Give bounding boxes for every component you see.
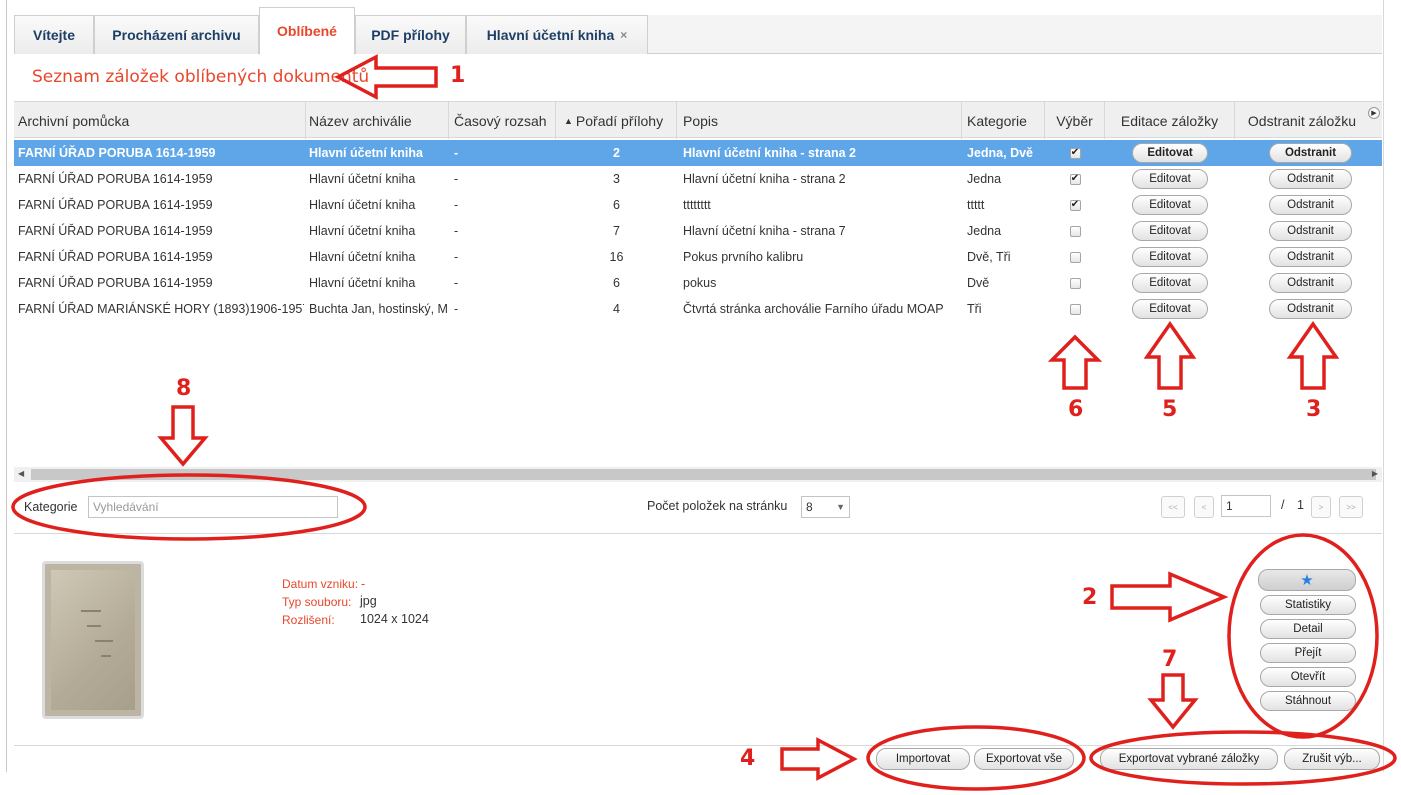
annotation-ellipse-side-actions-icon [1227, 533, 1379, 739]
annotation-number-6: 6 [1068, 397, 1084, 422]
annotation-arrow-8-icon [157, 405, 209, 467]
annotation-number-4: 4 [740, 746, 756, 771]
annotation-arrow-2-icon [1110, 571, 1229, 623]
annotation-overlay [11, 54, 1397, 791]
annotation-arrow-3-icon [1286, 320, 1340, 390]
annotation-number-7: 7 [1162, 647, 1178, 672]
annotation-arrow-4-icon [780, 737, 858, 781]
annotation-ellipse-filter-icon [11, 473, 367, 541]
annotation-ellipse-export-selected-icon [1089, 730, 1397, 786]
annotation-ellipse-import-export-icon [866, 725, 1086, 791]
annotation-arrow-6-icon [1047, 334, 1103, 390]
annotation-number-2: 2 [1082, 585, 1098, 610]
annotation-number-1: 1 [450, 63, 466, 88]
annotation-arrow-1-icon [334, 54, 438, 100]
annotation-arrow-5-icon [1143, 320, 1197, 390]
annotation-number-3: 3 [1306, 397, 1322, 422]
annotation-number-5: 5 [1162, 397, 1178, 422]
annotation-number-8: 8 [176, 376, 192, 401]
annotation-arrow-7-icon [1147, 673, 1199, 730]
